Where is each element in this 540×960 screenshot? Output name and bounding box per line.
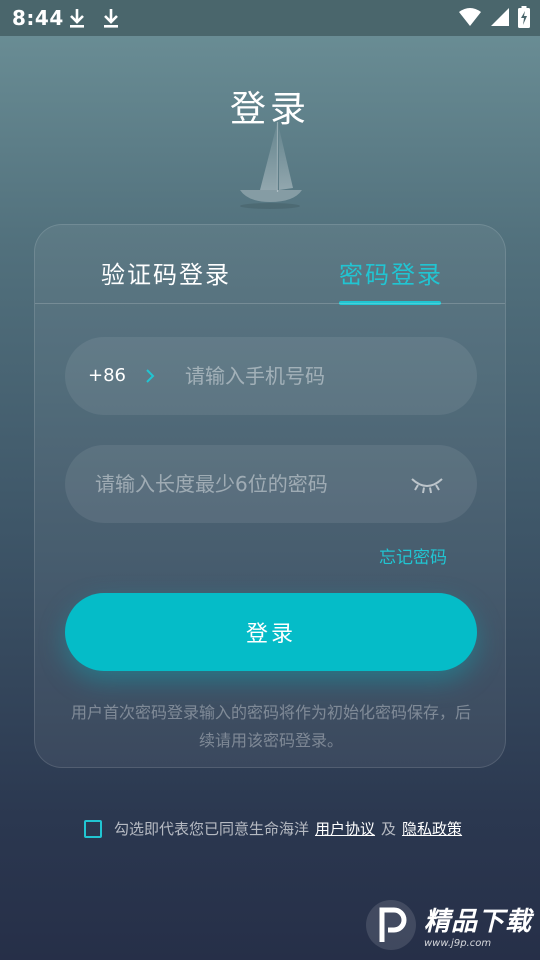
country-code-selector[interactable]: +86 [88, 365, 126, 386]
watermark-brand: 精品下载 [423, 907, 532, 937]
watermark-logo-icon [365, 900, 416, 950]
status-time: 8:44 [12, 6, 64, 30]
watermark-url: www.j9p.com [423, 938, 492, 949]
status-bar: 8:44 [0, 0, 540, 36]
tabs-divider [35, 303, 505, 304]
privacy-policy-link[interactable]: 隐私政策 [402, 818, 462, 839]
agreement-text: 勾选即代表您已同意生命海洋 [114, 820, 310, 838]
watermark-text: 精品下载 www.j9p.com [424, 901, 532, 949]
login-button[interactable]: 登录 [65, 593, 477, 671]
password-input[interactable] [95, 445, 415, 523]
watermark: 精品下载 www.j9p.com [364, 898, 532, 952]
phone-input[interactable] [185, 337, 455, 415]
tab-sms-login[interactable]: 验证码登录 [101, 255, 231, 290]
tab-password-login[interactable]: 密码登录 [339, 255, 443, 290]
phone-field: +86 [65, 337, 477, 415]
agreement-and: 及 [381, 820, 397, 838]
password-field [65, 445, 477, 523]
password-note: 用户首次密码登录输入的密码将作为初始化密码保存，后续请用该密码登录。 [70, 703, 471, 750]
wifi-icon [459, 8, 481, 26]
eye-closed-icon[interactable] [409, 469, 445, 499]
status-icons [458, 6, 530, 28]
login-card: 验证码登录 密码登录 +86 忘记密码 登录 用户首次密码登录输入的密码将作为初… [34, 224, 506, 768]
user-agreement-link[interactable]: 用户协议 [315, 818, 375, 839]
sailboat-icon [240, 122, 302, 209]
agreement-row: 勾选即代表您已同意生命海洋 用户协议 及 隐私政策 [84, 818, 462, 839]
signal-icon [491, 8, 509, 26]
chevron-right-icon[interactable] [143, 367, 157, 385]
battery-charging-icon [518, 6, 530, 28]
forgot-password-link[interactable]: 忘记密码 [379, 543, 447, 568]
login-screen: 8:44 登录 验证码登录 密码登录 +86 请输入手机号码 忘记密码 登录 用… [0, 0, 540, 960]
download-icon [70, 9, 84, 28]
agreement-checkbox[interactable] [84, 819, 102, 838]
download-icon [104, 9, 118, 28]
